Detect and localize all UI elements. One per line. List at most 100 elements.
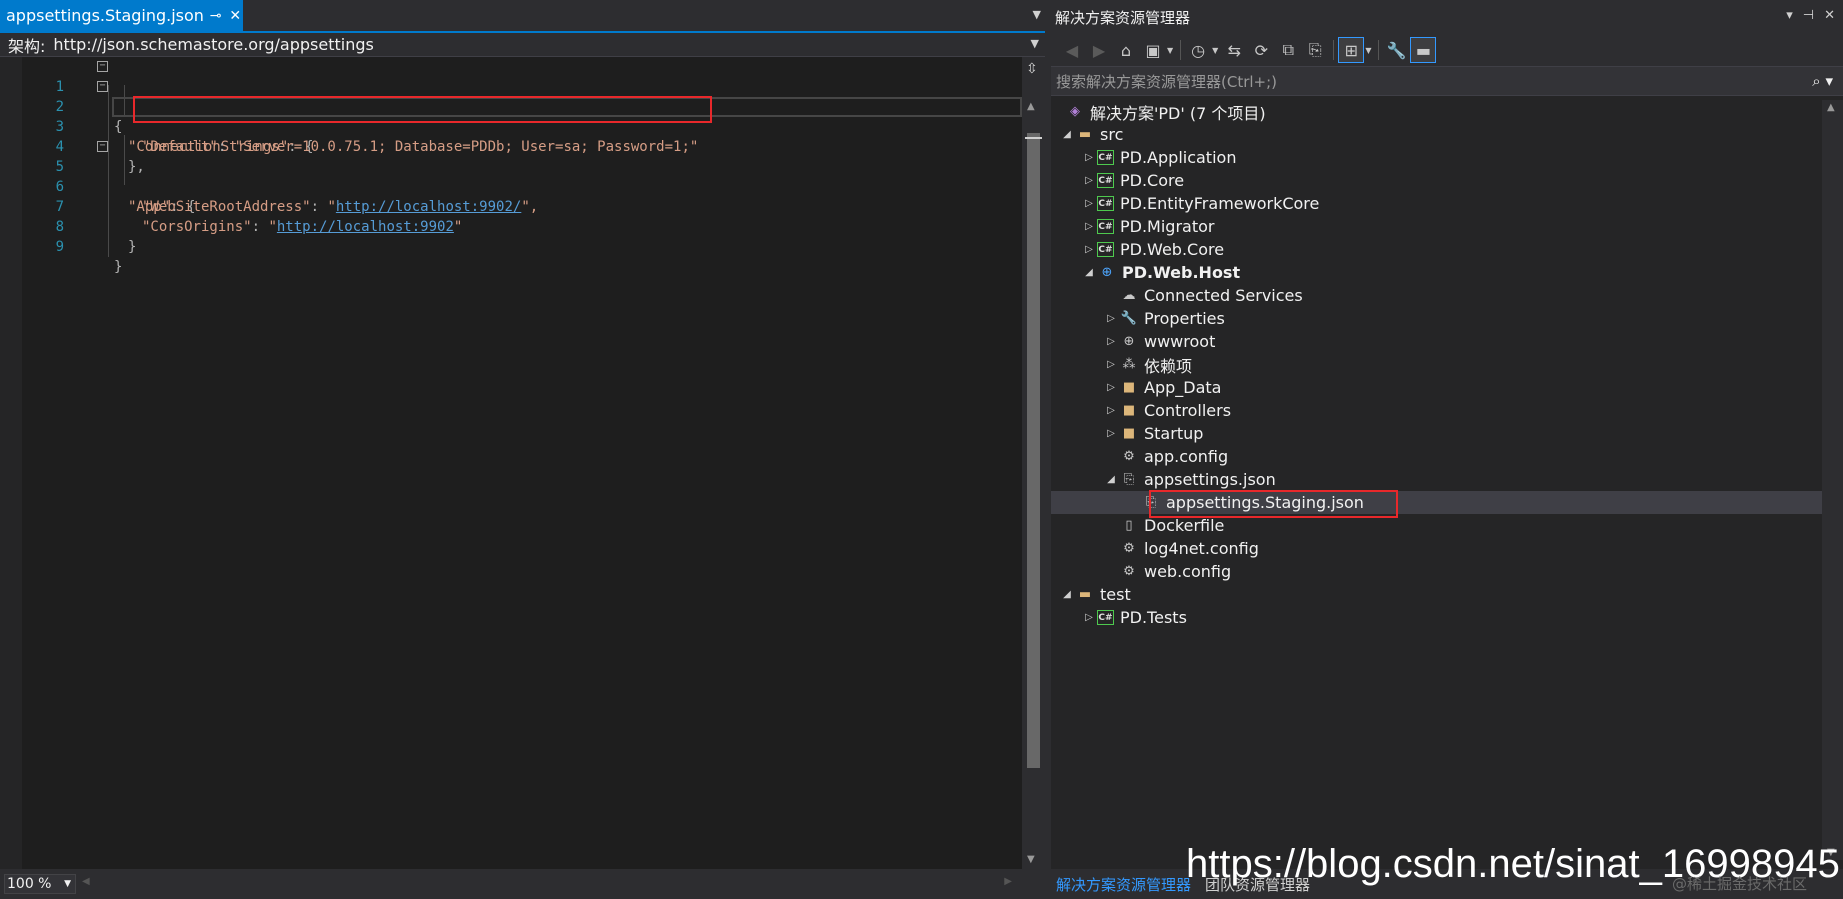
scroll-up-icon[interactable]: ▲ (1027, 101, 1035, 112)
zoom-dropdown[interactable]: 100 % ▼ (4, 874, 76, 894)
solution-search-input[interactable]: 搜索解决方案资源管理器(Ctrl+;) ⌕ ▾ (1051, 66, 1843, 96)
collapsed-arrow-icon[interactable]: ▷ (1103, 359, 1119, 370)
tree-node-properties[interactable]: ▷ 🔧 Properties (1051, 307, 1822, 330)
tree-node-connected-services[interactable]: ☁ Connected Services (1051, 284, 1822, 307)
tree-node-label: PD.Web.Core (1120, 240, 1225, 259)
properties-wrench-icon[interactable]: 🔧 (1383, 37, 1409, 63)
expanded-arrow-icon[interactable]: ◢ (1081, 267, 1097, 278)
sync-with-active-document-icon[interactable]: ⇆ (1221, 37, 1247, 63)
collapsed-arrow-icon[interactable]: ▷ (1081, 612, 1097, 623)
solution-explorer-toolbar: ◀ ▶ ⌂ ▣ ▼ ◷ ▼ ⇆ ⟳ ⧉ ⎘ ⊞ ▼ 🔧 ▬ (1051, 34, 1843, 66)
schema-bar[interactable]: 架构: http://json.schemastore.org/appsetti… (0, 33, 1045, 57)
close-icon[interactable]: ✕ (227, 8, 243, 24)
auto-hide-pin-icon[interactable]: ⊣ (1803, 8, 1814, 23)
horizontal-scrollbar[interactable]: ◀ ▶ (82, 876, 1012, 892)
tree-node-log4net-config[interactable]: ⚙ log4net.config (1051, 537, 1822, 560)
tab-overflow-dropdown-icon[interactable]: ▼ (1033, 8, 1041, 21)
pending-changes-filter-icon[interactable]: ◷ (1185, 37, 1211, 63)
vertical-scrollbar[interactable]: ⇳ ▲ ▼ (1022, 57, 1045, 869)
window-position-dropdown-icon[interactable]: ▾ (1786, 8, 1793, 23)
forward-icon[interactable]: ▶ (1086, 37, 1112, 63)
tree-node-controllers[interactable]: ▷ ■ Controllers (1051, 399, 1822, 422)
code-text: } (114, 259, 123, 275)
collapsed-arrow-icon[interactable]: ▷ (1103, 405, 1119, 416)
tree-node-label: log4net.config (1144, 539, 1259, 558)
tree-node-test[interactable]: ◢ ▬ test (1051, 583, 1822, 606)
collapsed-arrow-icon[interactable]: ▷ (1103, 336, 1119, 347)
collapsed-arrow-icon[interactable]: ▷ (1081, 198, 1097, 209)
collapsed-arrow-icon[interactable]: ▷ (1103, 428, 1119, 439)
collapse-icon[interactable]: − (97, 61, 108, 72)
tree-node-pd-tests[interactable]: ▷ C# PD.Tests (1051, 606, 1822, 629)
scroll-down-icon[interactable]: ▼ (1027, 854, 1035, 865)
tree-node-pd-web-host[interactable]: ◢ ⊕ PD.Web.Host (1051, 261, 1822, 284)
tree-node-pd-web-core[interactable]: ▷ C# PD.Web.Core (1051, 238, 1822, 261)
tree-node-src[interactable]: ◢ ▬ src (1051, 123, 1822, 146)
switch-views-icon[interactable]: ▣ (1140, 37, 1166, 63)
show-all-files-icon[interactable]: ⎘ (1302, 37, 1328, 63)
tree-node-pd-core[interactable]: ▷ C# PD.Core (1051, 169, 1822, 192)
collapsed-arrow-icon[interactable]: ▷ (1081, 175, 1097, 186)
caret-position-marker (1025, 137, 1042, 139)
tree-node-dependencies[interactable]: ▷ ⁂ 依赖项 (1051, 353, 1822, 376)
solution-explorer-title-bar: 解决方案资源管理器 ▾ ⊣ ✕ (1051, 0, 1843, 34)
config-file-icon: ⚙ (1123, 449, 1135, 464)
tree-node-label: 解决方案'PD' (7 个项目) (1090, 103, 1266, 123)
tree-node-appsettings-json[interactable]: ◢ ⎘ appsettings.json (1051, 468, 1822, 491)
collapsed-arrow-icon[interactable]: ▷ (1081, 221, 1097, 232)
tree-node-app-config[interactable]: ⚙ app.config (1051, 445, 1822, 468)
web-project-icon: ⊕ (1101, 265, 1113, 280)
tab-solution-explorer[interactable]: 解决方案资源管理器 (1056, 874, 1191, 895)
expanded-arrow-icon[interactable]: ◢ (1059, 129, 1075, 140)
csharp-project-icon: C# (1097, 610, 1114, 625)
collapsed-arrow-icon[interactable]: ▷ (1081, 152, 1097, 163)
scrollbar-thumb[interactable] (1027, 133, 1040, 768)
pin-icon[interactable]: ⊸ (208, 8, 224, 24)
line-number: 9 (55, 239, 64, 255)
tree-node-label: Properties (1144, 309, 1225, 328)
close-icon[interactable]: ✕ (1824, 8, 1835, 23)
preview-selected-items-icon[interactable]: ▬ (1410, 37, 1437, 63)
tree-node-pd-migrator[interactable]: ▷ C# PD.Migrator (1051, 215, 1822, 238)
expanded-arrow-icon[interactable]: ◢ (1103, 474, 1119, 485)
code-line: 5 − "App": { (0, 137, 1022, 216)
zoom-value: 100 % (7, 876, 52, 892)
collapsed-arrow-icon[interactable]: ▷ (1081, 244, 1097, 255)
back-icon[interactable]: ◀ (1059, 37, 1085, 63)
tree-node-wwwroot[interactable]: ▷ ⊕ wwwroot (1051, 330, 1822, 353)
collapse-icon[interactable]: − (97, 141, 108, 152)
view-class-diagram-icon[interactable]: ⊞ (1338, 37, 1365, 63)
wrench-icon: 🔧 (1120, 311, 1138, 326)
tab-appsettings-staging[interactable]: appsettings.Staging.json ⊸ ✕ (0, 0, 243, 31)
code-text-area[interactable]: 1 − { 2 − "ConnectionStrings": { 3 "Defa… (0, 57, 1022, 869)
scroll-left-icon[interactable]: ◀ (82, 876, 90, 887)
tree-node-web-config[interactable]: ⚙ web.config (1051, 560, 1822, 583)
tree-node-label: 依赖项 (1144, 356, 1193, 376)
scroll-up-icon[interactable]: ▲ (1827, 102, 1835, 113)
tree-node-solution[interactable]: ◈ 解决方案'PD' (7 个项目) (1051, 100, 1822, 123)
tree-node-startup[interactable]: ▷ ■ Startup (1051, 422, 1822, 445)
refresh-icon[interactable]: ⟳ (1248, 37, 1274, 63)
tree-vertical-scrollbar[interactable]: ▲ ▼ (1822, 100, 1843, 860)
tree-node-label: test (1100, 585, 1131, 604)
collapsed-arrow-icon[interactable]: ▷ (1103, 313, 1119, 324)
search-icon[interactable]: ⌕ ▾ (1812, 72, 1833, 90)
home-icon[interactable]: ⌂ (1113, 37, 1139, 63)
cloud-icon: ☁ (1122, 288, 1136, 303)
split-window-icon[interactable]: ⇳ (1026, 61, 1038, 77)
toolbar-separator (1180, 40, 1182, 60)
collapse-icon[interactable]: − (97, 81, 108, 92)
expanded-arrow-icon[interactable]: ◢ (1059, 589, 1075, 600)
chevron-down-icon[interactable]: ▼ (1212, 46, 1218, 55)
chevron-down-icon[interactable]: ▼ (1365, 46, 1371, 55)
panel-title: 解决方案资源管理器 (1055, 8, 1191, 27)
chevron-down-icon[interactable]: ▼ (1031, 37, 1039, 50)
collapse-all-icon[interactable]: ⧉ (1275, 37, 1301, 63)
tree-node-app-data[interactable]: ▷ ■ App_Data (1051, 376, 1822, 399)
collapsed-arrow-icon[interactable]: ▷ (1103, 382, 1119, 393)
code-editor-pane: appsettings.Staging.json ⊸ ✕ ▼ 架构: http:… (0, 0, 1045, 899)
chevron-down-icon[interactable]: ▼ (1167, 46, 1173, 55)
tree-node-pd-entityframeworkcore[interactable]: ▷ C# PD.EntityFrameworkCore (1051, 192, 1822, 215)
tree-node-pd-application[interactable]: ▷ C# PD.Application (1051, 146, 1822, 169)
scroll-right-icon[interactable]: ▶ (1004, 876, 1012, 887)
